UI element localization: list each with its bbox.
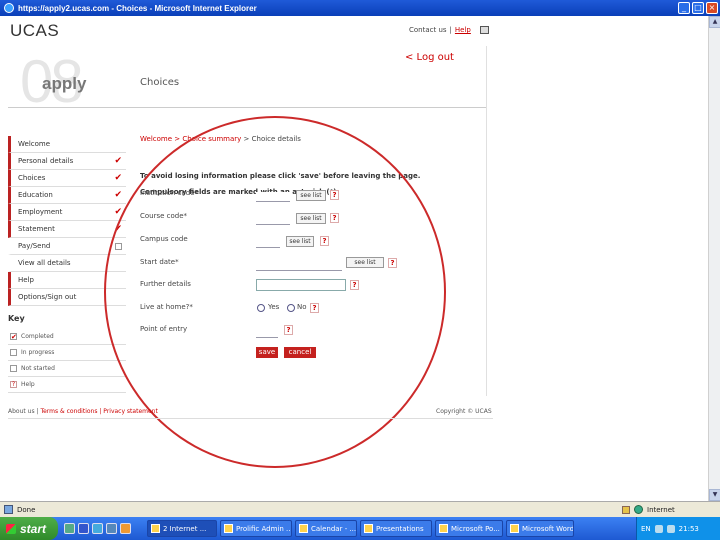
globe-icon bbox=[634, 505, 643, 514]
task-label: Presentations bbox=[376, 524, 424, 533]
sidebar-item-choices[interactable]: Choices ✔ bbox=[8, 170, 126, 187]
empty-box-icon bbox=[10, 365, 17, 372]
sidebar-item-personal-details[interactable]: Personal details ✔ bbox=[8, 153, 126, 170]
close-button[interactable]: × bbox=[706, 2, 718, 14]
quicklaunch-icon[interactable] bbox=[64, 523, 75, 534]
content-divider bbox=[486, 46, 487, 396]
ie-icon[interactable] bbox=[92, 523, 103, 534]
taskbar: start 2 Internet ... Prolific Admin ... … bbox=[0, 517, 720, 540]
search-icon[interactable] bbox=[106, 523, 117, 534]
taskbar-button-word[interactable]: Microsoft Word bbox=[506, 520, 574, 537]
key-label: Help bbox=[21, 381, 35, 388]
help-link[interactable]: Help bbox=[455, 26, 471, 34]
folder-icon[interactable] bbox=[120, 523, 131, 534]
red-highlight-circle bbox=[104, 116, 446, 468]
quick-launch bbox=[64, 523, 131, 534]
task-label: Microsoft Po... bbox=[451, 524, 500, 533]
app-icon bbox=[224, 524, 233, 533]
sidebar-item-welcome[interactable]: Welcome bbox=[8, 136, 126, 153]
taskbar-button-prolific[interactable]: Prolific Admin ... bbox=[220, 520, 292, 537]
key-title: Key bbox=[8, 314, 25, 323]
window-controls: _ □ × bbox=[678, 2, 718, 14]
key-label: Completed bbox=[21, 333, 54, 340]
sidebar-item-label: Statement bbox=[18, 225, 55, 233]
folder-icon bbox=[364, 524, 373, 533]
about-us-link[interactable]: About us bbox=[8, 408, 35, 415]
clock: 21:53 bbox=[678, 524, 699, 533]
tray-icon[interactable] bbox=[654, 524, 663, 533]
task-label: Calendar - ... bbox=[311, 524, 357, 533]
key-label: Not started bbox=[21, 365, 55, 372]
language-indicator[interactable]: EN bbox=[641, 525, 651, 533]
check-icon: ✔ bbox=[114, 189, 122, 200]
system-tray: EN 21:53 bbox=[636, 517, 720, 540]
scroll-up-arrow-icon[interactable]: ▲ bbox=[709, 16, 720, 28]
check-icon: ✔ bbox=[114, 155, 122, 166]
vertical-scrollbar[interactable]: ▲ ▼ bbox=[708, 16, 720, 501]
apply-title: apply bbox=[42, 74, 87, 93]
start-button[interactable]: start bbox=[0, 517, 58, 540]
task-label: Prolific Admin ... bbox=[236, 524, 292, 533]
check-icon: ✔ bbox=[10, 333, 17, 341]
printer-icon[interactable] bbox=[479, 26, 489, 34]
internet-explorer-icon bbox=[4, 3, 14, 13]
status-bar: Done Internet bbox=[0, 501, 720, 517]
zone-text: Internet bbox=[647, 505, 675, 514]
task-label: Microsoft Word bbox=[522, 524, 574, 533]
taskbar-button-powerpoint[interactable]: Microsoft Po... bbox=[435, 520, 503, 537]
powerpoint-icon bbox=[439, 524, 448, 533]
ucas-logo[interactable]: UCAS bbox=[10, 21, 59, 41]
taskbar-button-calendar[interactable]: Calendar - ... bbox=[295, 520, 357, 537]
check-icon: ✔ bbox=[114, 172, 122, 183]
ie-icon bbox=[151, 524, 160, 533]
logout-link[interactable]: < Log out bbox=[405, 52, 454, 63]
header-divider bbox=[8, 107, 486, 108]
key-label: In progress bbox=[21, 349, 55, 356]
sidebar-item-label: Choices bbox=[18, 174, 46, 182]
sidebar-item-label: Help bbox=[18, 276, 34, 284]
key-item-not-started: Not started bbox=[8, 361, 126, 377]
minimize-button[interactable]: _ bbox=[678, 2, 690, 14]
terms-privacy-link[interactable]: Terms & conditions | Privacy statement bbox=[40, 408, 157, 415]
word-icon[interactable] bbox=[78, 523, 89, 534]
windows-flag-icon bbox=[6, 523, 16, 534]
contact-us-link[interactable]: Contact us bbox=[409, 26, 447, 34]
taskbar-button-presentations[interactable]: Presentations bbox=[360, 520, 432, 537]
window-title: https://apply2.ucas.com - Choices - Micr… bbox=[18, 3, 257, 13]
sidebar-item-label: View all details bbox=[18, 259, 71, 267]
task-label: 2 Internet ... bbox=[163, 524, 207, 533]
key-legend: ✔ Completed In progress Not started ? Help bbox=[8, 329, 126, 393]
tray-icon[interactable] bbox=[666, 524, 675, 533]
page-title: Choices bbox=[140, 77, 180, 88]
footer-divider bbox=[8, 418, 493, 419]
copyright: Copyright © UCAS bbox=[436, 408, 492, 415]
browser-viewport: UCAS Contact us | Help < Log out 08 appl… bbox=[0, 16, 720, 501]
status-text: Done bbox=[17, 505, 36, 514]
maximize-button[interactable]: □ bbox=[692, 2, 704, 14]
lock-icon[interactable] bbox=[622, 505, 630, 514]
sidebar-item-label: Personal details bbox=[18, 157, 74, 165]
footer-links: About us | Terms & conditions | Privacy … bbox=[8, 408, 158, 415]
sidebar-item-label: Education bbox=[18, 191, 53, 199]
sidebar-item-statement[interactable]: Statement ✔ bbox=[8, 221, 126, 238]
sidebar-item-label: Welcome bbox=[18, 140, 51, 148]
help-question-icon: ? bbox=[10, 381, 17, 388]
sidebar-item-label: Pay/Send bbox=[18, 242, 51, 250]
status-zone: Internet bbox=[622, 505, 675, 514]
calendar-icon bbox=[299, 524, 308, 533]
header-links: Contact us | Help bbox=[409, 26, 489, 34]
sidebar-item-education[interactable]: Education ✔ bbox=[8, 187, 126, 204]
taskbar-button-internet[interactable]: 2 Internet ... bbox=[147, 520, 217, 537]
sidebar-item-label: Options/Sign out bbox=[18, 293, 77, 301]
start-label: start bbox=[20, 521, 47, 536]
page-done-icon bbox=[4, 505, 13, 514]
empty-box-icon bbox=[10, 349, 17, 356]
sidebar-item-employment[interactable]: Employment ✔ bbox=[8, 204, 126, 221]
key-item-help: ? Help bbox=[8, 377, 126, 393]
window-titlebar: https://apply2.ucas.com - Choices - Micr… bbox=[0, 0, 720, 16]
key-item-in-progress: In progress bbox=[8, 345, 126, 361]
word-icon bbox=[510, 524, 519, 533]
sidebar-item-label: Employment bbox=[18, 208, 63, 216]
scroll-down-arrow-icon[interactable]: ▼ bbox=[709, 489, 720, 501]
